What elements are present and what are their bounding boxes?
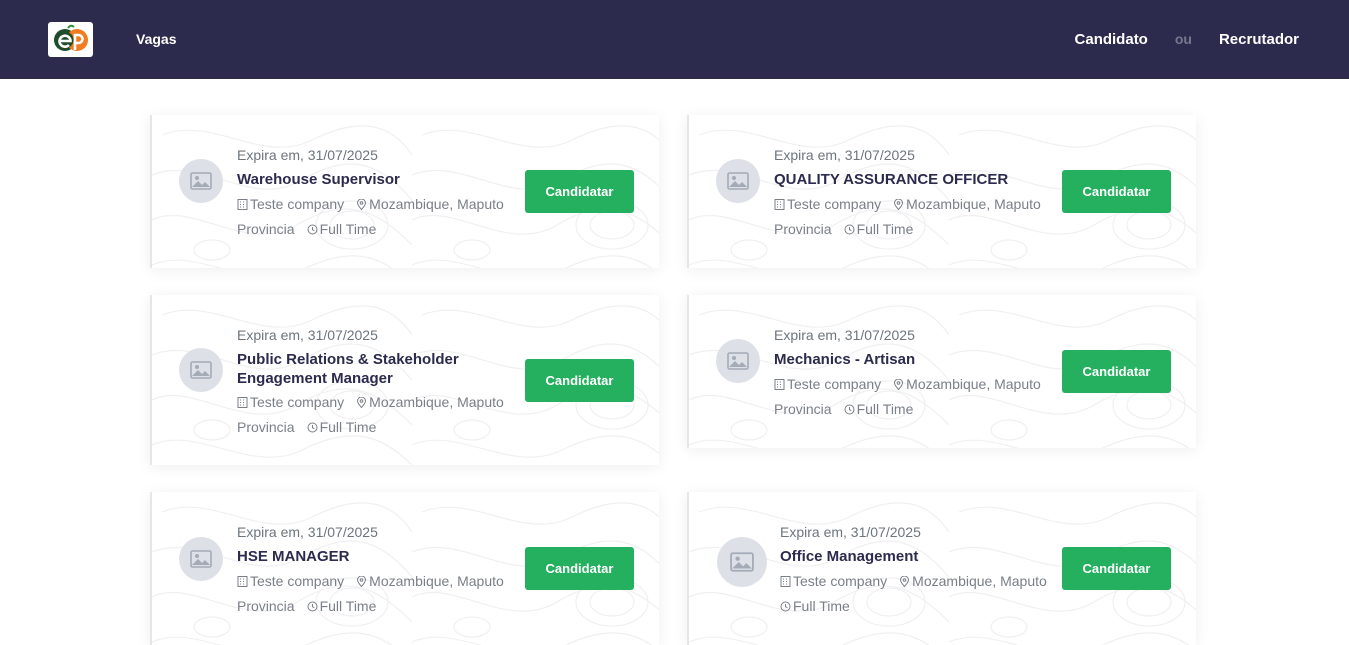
image-icon — [190, 361, 212, 379]
location-pin-icon — [357, 396, 367, 408]
building-icon — [780, 575, 791, 587]
location-pin-icon — [894, 198, 904, 210]
job-type: Full Time — [319, 419, 377, 435]
building-icon — [774, 198, 785, 210]
job-title[interactable]: HSE MANAGER — [237, 548, 507, 567]
apply-button[interactable]: Candidatar — [525, 547, 634, 590]
job-card: Expira em, 31/07/2025 QUALITY ASSURANCE … — [687, 115, 1196, 268]
job-type: Full Time — [856, 401, 914, 417]
company-name: Teste company — [250, 573, 345, 589]
company-logo-placeholder — [179, 537, 223, 581]
expiry-date: Expira em, 31/07/2025 — [774, 147, 915, 163]
apply-button[interactable]: Candidatar — [1062, 350, 1171, 393]
company-name: Teste company — [787, 376, 882, 392]
job-meta: Teste company Mozambique, Maputo — [774, 196, 1041, 212]
job-meta: Teste company Mozambique, Maputo — [237, 394, 504, 410]
image-icon — [190, 172, 212, 190]
company-logo-placeholder — [716, 339, 760, 383]
job-province: Provincia — [237, 221, 295, 237]
image-icon — [190, 550, 212, 568]
clock-icon — [307, 422, 318, 432]
job-province: Provincia — [237, 598, 295, 614]
job-card: Expira em, 31/07/2025 Public Relations &… — [150, 295, 659, 465]
expiry-date: Expira em, 31/07/2025 — [237, 327, 378, 343]
clock-icon — [780, 601, 791, 611]
company-name: Teste company — [250, 196, 345, 212]
job-meta-2: Provincia Full Time — [237, 598, 376, 614]
location-pin-icon — [894, 378, 904, 390]
location-pin-icon — [357, 575, 367, 587]
nav-vagas-link[interactable]: Vagas — [136, 31, 176, 47]
clock-icon — [844, 404, 855, 414]
candidato-link[interactable]: Candidato — [1075, 31, 1148, 48]
company-logo-placeholder — [179, 348, 223, 392]
job-meta: Teste company Mozambique, Maputo — [774, 376, 1041, 392]
building-icon — [237, 396, 248, 408]
building-icon — [237, 198, 248, 210]
job-location: Mozambique, Maputo — [369, 394, 504, 410]
job-card: Expira em, 31/07/2025 Mechanics - Artisa… — [687, 295, 1196, 448]
apply-button[interactable]: Candidatar — [1062, 547, 1171, 590]
image-icon — [727, 172, 749, 190]
expiry-date: Expira em, 31/07/2025 — [237, 524, 378, 540]
job-type: Full Time — [856, 221, 914, 237]
job-meta: Teste company Mozambique, Maputo — [237, 573, 504, 589]
job-meta-2: Provincia Full Time — [774, 221, 913, 237]
job-meta: Teste company Mozambique, Maputo — [237, 196, 504, 212]
recrutador-link[interactable]: Recrutador — [1219, 31, 1299, 48]
job-province: Provincia — [774, 221, 832, 237]
job-meta: Teste company Mozambique, Maputo — [780, 573, 1047, 589]
company-logo-placeholder — [717, 537, 767, 587]
job-meta-2: Provincia Full Time — [237, 419, 376, 435]
job-location: Mozambique, Maputo — [912, 573, 1047, 589]
job-title[interactable]: Mechanics - Artisan — [774, 351, 1044, 370]
job-type: Full Time — [793, 598, 850, 614]
job-location: Mozambique, Maputo — [369, 573, 504, 589]
job-title[interactable]: Warehouse Supervisor — [237, 171, 497, 190]
nav-separator: ou — [1174, 31, 1192, 47]
building-icon — [237, 575, 248, 587]
auth-links: Candidato ou Recrutador — [1075, 31, 1299, 48]
building-icon — [774, 378, 785, 390]
company-logo-placeholder — [179, 159, 223, 203]
top-navbar: Vagas Candidato ou Recrutador — [0, 0, 1349, 79]
job-location: Mozambique, Maputo — [369, 196, 504, 212]
job-meta-2: Full Time — [780, 598, 850, 614]
job-type: Full Time — [319, 221, 377, 237]
job-title[interactable]: Public Relations & Stakeholder Engagemen… — [237, 351, 507, 388]
company-name: Teste company — [793, 573, 888, 589]
company-name: Teste company — [787, 196, 882, 212]
job-location: Mozambique, Maputo — [906, 196, 1041, 212]
job-card: Expira em, 31/07/2025 Office Management … — [687, 492, 1196, 645]
apply-button[interactable]: Candidatar — [1062, 170, 1171, 213]
company-name: Teste company — [250, 394, 345, 410]
location-pin-icon — [900, 575, 910, 587]
clock-icon — [307, 601, 318, 611]
job-type: Full Time — [319, 598, 377, 614]
job-card: Expira em, 31/07/2025 Warehouse Supervis… — [150, 115, 659, 268]
location-pin-icon — [357, 198, 367, 210]
job-title[interactable]: QUALITY ASSURANCE OFFICER — [774, 171, 1044, 190]
expiry-date: Expira em, 31/07/2025 — [237, 147, 378, 163]
job-province: Provincia — [774, 401, 832, 417]
apply-button[interactable]: Candidatar — [525, 170, 634, 213]
job-card: Expira em, 31/07/2025 HSE MANAGER Teste … — [150, 492, 659, 645]
expiry-date: Expira em, 31/07/2025 — [780, 524, 921, 540]
apply-button[interactable]: Candidatar — [525, 359, 634, 402]
job-meta-2: Provincia Full Time — [237, 221, 376, 237]
clock-icon — [844, 224, 855, 234]
logo-icon — [54, 24, 88, 51]
image-icon — [727, 352, 749, 370]
job-title[interactable]: Office Management — [780, 548, 1050, 567]
site-logo[interactable] — [48, 22, 93, 57]
expiry-date: Expira em, 31/07/2025 — [774, 327, 915, 343]
job-province: Provincia — [237, 419, 295, 435]
image-icon — [730, 552, 754, 572]
clock-icon — [307, 224, 318, 234]
job-meta-2: Provincia Full Time — [774, 401, 913, 417]
job-location: Mozambique, Maputo — [906, 376, 1041, 392]
company-logo-placeholder — [716, 159, 760, 203]
